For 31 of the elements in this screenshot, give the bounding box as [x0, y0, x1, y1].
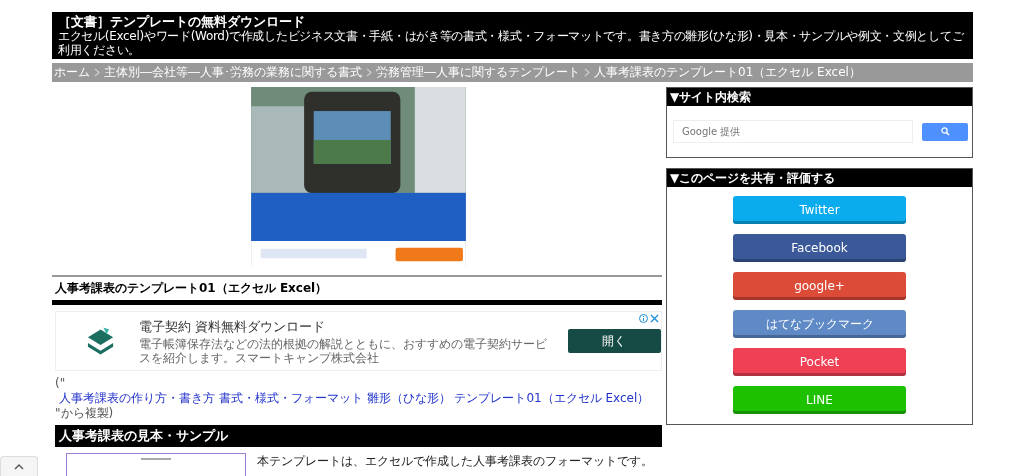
ad-title: 電子契約 資料無料ダウンロード	[139, 317, 327, 336]
breadcrumb-link[interactable]: 主体別―会社等―人事･労務の業務に関する書式	[104, 64, 362, 81]
panel-heading: ▼サイト内検索	[667, 88, 972, 106]
citation-link[interactable]: 人事考課表の作り方・書き方 書式・様式・フォーマット 雛形（ひな形） テンプレート01（エクセル Excel）	[59, 391, 650, 406]
chevron-up-icon	[14, 463, 24, 470]
breadcrumb-current: 人事考課表のテンプレート01（エクセル Excel）	[594, 64, 861, 81]
share-button[interactable]: Pocket	[733, 348, 906, 376]
citation-text: "から複製)	[55, 406, 114, 421]
search-icon	[940, 127, 950, 136]
site-subtitle: エクセル(Excel)やワード(Word)で作成したビジネス文書・手紙・はがき等の書式・様式・フォーマットです。書き方の雛形(ひな形)・見本・サンプルや例文・文例としてご利用ください。	[58, 29, 965, 57]
share-button[interactable]: Twitter	[733, 196, 906, 224]
page-title: 人事考課表のテンプレート01（エクセル Excel）	[52, 275, 662, 305]
intro-text: 本テンプレートは、エクセルで作成した人事考課表のフォーマットです。	[257, 453, 653, 470]
ad-description: 電子帳簿保存法などの法的根拠の解説とともに、おすすめの電子契約サービスを紹介します。スマートキャンプ株式会社	[139, 336, 549, 365]
layers-icon	[86, 325, 116, 357]
section-heading: 人事考課表の見本・サンプル	[55, 425, 662, 447]
breadcrumb-link[interactable]: 労務管理―人事に関するテンプレート	[376, 64, 580, 81]
search-button[interactable]	[922, 122, 968, 141]
citation-text: ("	[55, 376, 66, 391]
share-button[interactable]: Facebook	[733, 234, 906, 262]
share-button[interactable]: google+	[733, 272, 906, 300]
info-icon[interactable]	[639, 314, 648, 323]
search-field[interactable]: Google 提供	[673, 120, 913, 143]
share-button[interactable]: LINE	[733, 386, 906, 414]
share-button[interactable]: はてなブックマーク	[733, 310, 906, 338]
panel-heading: ▼このページを共有・評価する	[667, 169, 972, 187]
site-title: ［文書］テンプレートの無料ダウンロード	[58, 14, 306, 29]
scroll-up-button[interactable]	[0, 456, 38, 476]
close-icon[interactable]	[650, 314, 659, 323]
breadcrumb-link[interactable]: ホーム	[54, 64, 90, 81]
open-button[interactable]: 開く	[567, 329, 661, 353]
